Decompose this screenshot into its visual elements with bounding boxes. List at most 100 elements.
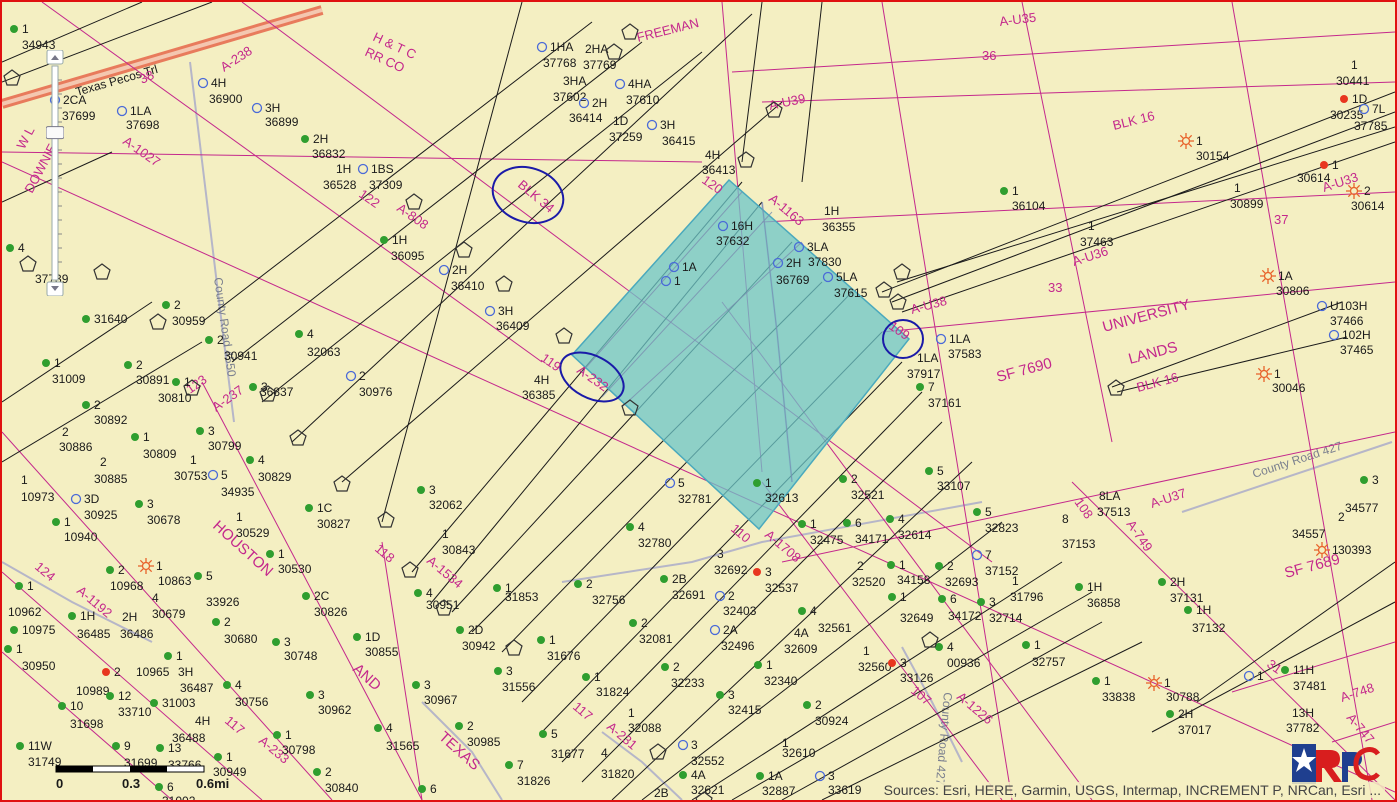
oil-well-icon[interactable] <box>417 486 425 494</box>
oil-well-icon[interactable] <box>380 236 388 244</box>
oil-well-icon[interactable] <box>150 699 158 707</box>
oil-well-icon[interactable] <box>194 572 202 580</box>
oil-well-icon[interactable] <box>205 336 213 344</box>
oil-well-icon[interactable] <box>626 523 634 531</box>
oil-well-icon[interactable] <box>6 244 14 252</box>
oil-well-icon[interactable] <box>212 618 220 626</box>
oil-well-icon[interactable] <box>223 681 231 689</box>
oil-well-icon[interactable] <box>412 681 420 689</box>
oil-well-icon[interactable] <box>10 626 18 634</box>
oil-well-icon[interactable] <box>935 562 943 570</box>
gas-well-icon[interactable] <box>1320 161 1328 169</box>
oil-well-icon[interactable] <box>1281 666 1289 674</box>
well-label: 1 <box>156 559 163 573</box>
oil-well-icon[interactable] <box>106 692 114 700</box>
oil-well-icon[interactable] <box>15 582 23 590</box>
oil-well-icon[interactable] <box>1092 677 1100 685</box>
oil-well-icon[interactable] <box>214 753 222 761</box>
oil-well-icon[interactable] <box>273 731 281 739</box>
oil-well-icon[interactable] <box>1360 476 1368 484</box>
oil-well-icon[interactable] <box>887 561 895 569</box>
oil-well-icon[interactable] <box>16 742 24 750</box>
oil-well-icon[interactable] <box>266 550 274 558</box>
well-label: 16H <box>731 219 753 233</box>
oil-well-icon[interactable] <box>1166 710 1174 718</box>
oil-well-icon[interactable] <box>629 619 637 627</box>
oil-well-icon[interactable] <box>58 702 66 710</box>
oil-well-icon[interactable] <box>246 456 254 464</box>
oil-well-icon[interactable] <box>574 580 582 588</box>
gas-well-icon[interactable] <box>102 668 110 676</box>
oil-well-icon[interactable] <box>418 785 426 793</box>
oil-well-icon[interactable] <box>973 508 981 516</box>
oil-well-icon[interactable] <box>52 518 60 526</box>
zoom-slider[interactable] <box>46 50 64 296</box>
oil-well-icon[interactable] <box>82 401 90 409</box>
oil-well-icon[interactable] <box>455 722 463 730</box>
oil-well-icon[interactable] <box>112 742 120 750</box>
oil-well-icon[interactable] <box>162 301 170 309</box>
oil-well-icon[interactable] <box>803 701 811 709</box>
oil-well-icon[interactable] <box>888 593 896 601</box>
oil-well-icon[interactable] <box>306 691 314 699</box>
oil-well-icon[interactable] <box>539 730 547 738</box>
oil-well-icon[interactable] <box>660 575 668 583</box>
oil-well-icon[interactable] <box>172 378 180 386</box>
oil-well-icon[interactable] <box>1022 641 1030 649</box>
oil-well-icon[interactable] <box>272 638 280 646</box>
oil-well-icon[interactable] <box>843 519 851 527</box>
oil-well-icon[interactable] <box>42 359 50 367</box>
oil-well-icon[interactable] <box>716 691 724 699</box>
oil-well-icon[interactable] <box>661 663 669 671</box>
oil-well-icon[interactable] <box>313 768 321 776</box>
oil-well-icon[interactable] <box>414 589 422 597</box>
gas-well-icon[interactable] <box>1340 95 1348 103</box>
oil-well-icon[interactable] <box>302 592 310 600</box>
oil-well-icon[interactable] <box>353 633 361 641</box>
oil-well-icon[interactable] <box>301 135 309 143</box>
oil-well-icon[interactable] <box>754 661 762 669</box>
oil-well-icon[interactable] <box>124 361 132 369</box>
well-label: 32415 <box>728 703 762 717</box>
oil-well-icon[interactable] <box>295 330 303 338</box>
oil-well-icon[interactable] <box>494 667 502 675</box>
oil-well-icon[interactable] <box>1184 606 1192 614</box>
oil-well-icon[interactable] <box>82 315 90 323</box>
oil-well-icon[interactable] <box>582 673 590 681</box>
oil-well-icon[interactable] <box>798 607 806 615</box>
oil-well-icon[interactable] <box>679 771 687 779</box>
oil-well-icon[interactable] <box>977 598 985 606</box>
oil-well-icon[interactable] <box>493 584 501 592</box>
oil-well-icon[interactable] <box>131 433 139 441</box>
gas-well-icon[interactable] <box>753 568 761 576</box>
oil-well-icon[interactable] <box>886 515 894 523</box>
oil-well-icon[interactable] <box>135 500 143 508</box>
oil-well-icon[interactable] <box>505 761 513 769</box>
oil-well-icon[interactable] <box>249 383 257 391</box>
oil-well-icon[interactable] <box>456 626 464 634</box>
gas-well-icon[interactable] <box>888 659 896 667</box>
oil-well-icon[interactable] <box>164 652 172 660</box>
oil-well-icon[interactable] <box>4 645 12 653</box>
oil-well-icon[interactable] <box>753 479 761 487</box>
oil-well-icon[interactable] <box>374 724 382 732</box>
oil-well-icon[interactable] <box>68 612 76 620</box>
oil-well-icon[interactable] <box>839 475 847 483</box>
oil-well-icon[interactable] <box>916 383 924 391</box>
oil-well-icon[interactable] <box>106 566 114 574</box>
oil-well-icon[interactable] <box>756 772 764 780</box>
oil-well-icon[interactable] <box>798 520 806 528</box>
map-canvas[interactable]: Texas Pecos Trl County Road 4550 County … <box>2 2 1395 800</box>
zoom-track[interactable] <box>51 65 59 281</box>
oil-well-icon[interactable] <box>305 504 313 512</box>
zoom-thumb[interactable] <box>46 126 64 140</box>
oil-well-icon[interactable] <box>1075 583 1083 591</box>
oil-well-icon[interactable] <box>938 595 946 603</box>
oil-well-icon[interactable] <box>537 636 545 644</box>
oil-well-icon[interactable] <box>10 25 18 33</box>
oil-well-icon[interactable] <box>196 427 204 435</box>
oil-well-icon[interactable] <box>1158 578 1166 586</box>
oil-well-icon[interactable] <box>156 744 164 752</box>
oil-well-icon[interactable] <box>925 467 933 475</box>
oil-well-icon[interactable] <box>1000 187 1008 195</box>
